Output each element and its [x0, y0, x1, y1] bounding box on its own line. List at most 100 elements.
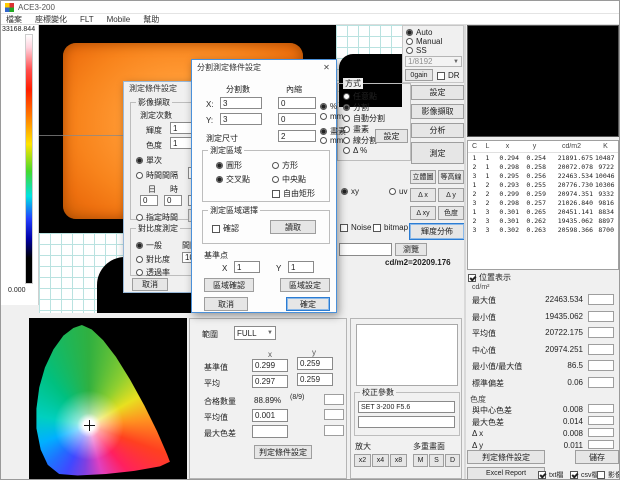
table-row[interactable]: 2 1 0.298 0.258 20072.078 9722	[468, 162, 618, 171]
mean-y-field[interactable]: 0.259	[297, 373, 333, 386]
menu-item[interactable]: FLT	[80, 15, 94, 24]
table-row[interactable]: 2 2 0.299 0.259 20974.351 9332	[468, 189, 618, 198]
y-split-field[interactable]: 3	[220, 113, 262, 125]
size-field[interactable]: 2	[278, 130, 316, 142]
table-row[interactable]: 2 3 0.301 0.262 19435.062 8897	[468, 216, 618, 225]
dr-checkbox[interactable]: DR	[437, 71, 460, 80]
table-row[interactable]: 1 2 0.293 0.255 20776.730 10306	[468, 180, 618, 189]
multi-screen-button[interactable]: M	[413, 454, 428, 467]
colorspace-radio-uv[interactable]: uv	[389, 187, 407, 196]
y-inset-field[interactable]: 0	[278, 113, 316, 125]
specified-time-radio[interactable]: 指定時間	[136, 212, 178, 223]
x-inset-field[interactable]: 0	[278, 97, 316, 109]
multi-screen-button[interactable]: S	[429, 454, 444, 467]
menu-item[interactable]: Mobile	[107, 15, 131, 24]
circle-radio[interactable]: 圓形	[216, 160, 242, 171]
gain-button[interactable]: 0gain	[405, 69, 433, 81]
calibration-extra-field[interactable]	[358, 416, 455, 428]
title-bar[interactable]: ACE3-200	[1, 1, 620, 14]
range-select[interactable]: FULL▼	[234, 326, 276, 340]
normal-radio[interactable]: 一般	[136, 240, 162, 251]
calibration-set-field[interactable]: SET 3-200 F5.6	[358, 401, 455, 413]
luminance-distribution-button[interactable]: 輝度分佈	[409, 223, 465, 240]
transmittance-radio[interactable]: 透過率	[136, 267, 170, 278]
set-button[interactable]: 設定	[411, 85, 464, 100]
close-icon[interactable]: ✕	[321, 62, 332, 73]
cross-point-radio[interactable]: 交叉點	[216, 174, 250, 185]
solid-view-button[interactable]: 立體圖	[410, 170, 436, 184]
x-split-field[interactable]: 3	[220, 97, 262, 109]
method-set-button[interactable]: 設定	[375, 129, 408, 143]
exposure-auto-radio[interactable]: Auto	[406, 28, 432, 37]
delta-xy-button[interactable]: Δ xy	[410, 206, 436, 220]
single-shot-radio[interactable]: 單次	[136, 155, 162, 166]
size-mm-radio[interactable]: mm	[320, 136, 343, 145]
table-row[interactable]: 1 1 0.294 0.254 21891.675 10487	[468, 153, 618, 162]
mean-x-field[interactable]: 0.297	[252, 375, 288, 388]
bitmap-checkbox[interactable]: bitmap	[373, 223, 408, 232]
excel-report-button[interactable]: Excel Report	[467, 467, 545, 480]
contour-button[interactable]: 等高線	[438, 170, 464, 184]
base-y-field[interactable]: 1	[288, 261, 314, 273]
cancel-button[interactable]: 取消	[132, 278, 168, 291]
inset-mm-radio[interactable]: mm	[320, 112, 343, 121]
capture-button[interactable]: 影像擷取	[411, 104, 464, 119]
results-table[interactable]: C L x y cd/m2 K 1 1 0.294 0.254 21891.67…	[467, 140, 619, 270]
area-confirm-button[interactable]: 區域確認	[204, 278, 254, 292]
zoom-factor-button[interactable]: x2	[354, 454, 371, 467]
free-rect-checkbox[interactable]: 自由矩形	[272, 188, 315, 199]
reference-y-field[interactable]: 0.259	[297, 357, 333, 370]
bitmap-path-field[interactable]	[339, 243, 392, 256]
method-radio-any-point[interactable]: 任意點	[343, 91, 377, 102]
delta-x-button[interactable]: Δ x	[410, 188, 436, 202]
image-file-checkbox[interactable]: 影像檔	[597, 470, 620, 480]
judge-condition-button[interactable]: 判定條件設定	[254, 445, 312, 459]
method-radio-delta-pct[interactable]: Δ %	[343, 146, 367, 155]
inset-percent-radio[interactable]: %	[320, 102, 337, 111]
multi-screen-button[interactable]: D	[445, 454, 460, 467]
cancel-button[interactable]: 取消	[204, 297, 248, 311]
method-radio-pixel[interactable]: 畫素	[343, 124, 369, 135]
table-row[interactable]: 1 3 0.301 0.265 20451.141 8834	[468, 207, 618, 216]
average-diff-field[interactable]: 0.001	[252, 409, 288, 422]
ok-button[interactable]: 確定	[286, 297, 330, 311]
analyze-button[interactable]: 分析	[411, 123, 464, 138]
contrast-radio[interactable]: 對比度	[136, 254, 170, 265]
result-image-thumbnail[interactable]	[467, 25, 619, 137]
message-listbox[interactable]	[356, 324, 458, 386]
day-field[interactable]: 0	[140, 195, 158, 206]
reference-x-field[interactable]: 0.299	[252, 359, 288, 372]
csv-file-checkbox[interactable]: csv檔	[570, 470, 599, 480]
interval-radio[interactable]: 時間間隔	[136, 170, 178, 181]
browse-button[interactable]: 瀏覽	[395, 243, 427, 256]
hour-field[interactable]: 0	[164, 195, 182, 206]
position-display-checkbox[interactable]: 位置表示	[468, 272, 511, 283]
square-radio[interactable]: 方形	[272, 160, 298, 171]
shutter-select[interactable]: 1/8192▼	[405, 56, 462, 67]
area-set-button[interactable]: 區域設定	[280, 278, 330, 292]
chroma-button[interactable]: 色度	[438, 206, 464, 220]
save-button[interactable]: 儲存	[575, 450, 619, 464]
load-button[interactable]: 讀取	[270, 220, 316, 234]
dialog-title-bar[interactable]: 分割測定條件設定	[192, 60, 336, 74]
table-row[interactable]: 3 3 0.302 0.263 20598.366 8700	[468, 225, 618, 234]
confirm-checkbox[interactable]: 確認	[212, 223, 239, 234]
menu-item[interactable]: 座標變化	[35, 14, 67, 25]
menu-item[interactable]: 檔案	[6, 14, 22, 25]
colorspace-radio-xy[interactable]: xy	[341, 187, 359, 196]
zoom-factor-button[interactable]: x8	[390, 454, 407, 467]
table-row[interactable]: 3 1 0.295 0.256 22463.534 10046	[468, 171, 618, 180]
method-radio-auto-split[interactable]: 自動分割	[343, 113, 385, 124]
method-radio-line-split[interactable]: 線分割	[343, 135, 377, 146]
method-radio-split[interactable]: 分割	[343, 102, 369, 113]
exposure-ss-radio[interactable]: SS	[406, 46, 427, 55]
zoom-factor-button[interactable]: x4	[372, 454, 389, 467]
txt-file-checkbox[interactable]: txt檔	[538, 470, 563, 480]
noise-checkbox[interactable]: Noise	[340, 223, 371, 232]
center-point-radio[interactable]: 中央點	[272, 174, 306, 185]
exposure-manual-radio[interactable]: Manual	[406, 37, 442, 46]
base-x-field[interactable]: 1	[234, 261, 260, 273]
max-color-diff-field[interactable]	[252, 425, 288, 438]
measure-button[interactable]: 測定	[411, 142, 464, 164]
delta-y-button[interactable]: Δ y	[438, 188, 464, 202]
